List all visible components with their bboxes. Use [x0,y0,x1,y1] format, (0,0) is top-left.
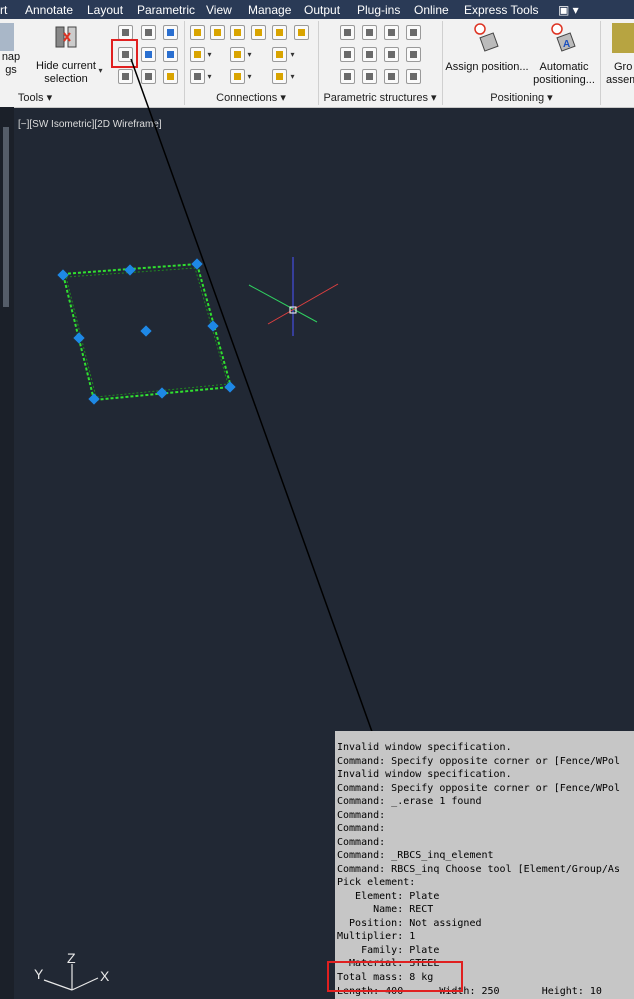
command-line: Command: _RBCS_inq_element [337,850,494,861]
command-line: Command: Specify opposite corner or [Fen… [337,783,620,794]
ucs-y-label: Y [34,966,44,982]
command-line: Command: RBCS_inq Choose tool [Element/G… [337,864,620,875]
command-line: Family: Plate [337,945,440,956]
ucs-x-line [71,977,99,991]
command-line: Command: [337,810,386,821]
ucs-y-line [43,979,73,991]
command-line: Command: [337,823,386,834]
command-line: Invalid window specification. [337,769,512,780]
cursor-y-axis [248,284,318,323]
total-mass-highlight-box [327,961,463,992]
command-line: Position: Not assigned [337,918,482,929]
annotation-arrow-line [130,58,410,836]
command-line: Multiplier: 1 [337,931,416,942]
command-line: Pick element: [337,877,416,888]
cursor-x-axis [267,283,339,325]
ucs-z-label: Z [67,950,76,966]
command-line: Name: RECT [337,904,434,915]
command-line: Command: [337,837,386,848]
command-history-window[interactable]: Invalid window specification. Command: S… [335,731,634,999]
command-line: Invalid window specification. [337,742,512,753]
command-line: Command: _.erase 1 found [337,796,482,807]
command-line: Command: Specify opposite corner or [Fen… [337,756,620,767]
ucs-x-label: X [100,968,110,984]
command-line: Element: Plate [337,891,440,902]
